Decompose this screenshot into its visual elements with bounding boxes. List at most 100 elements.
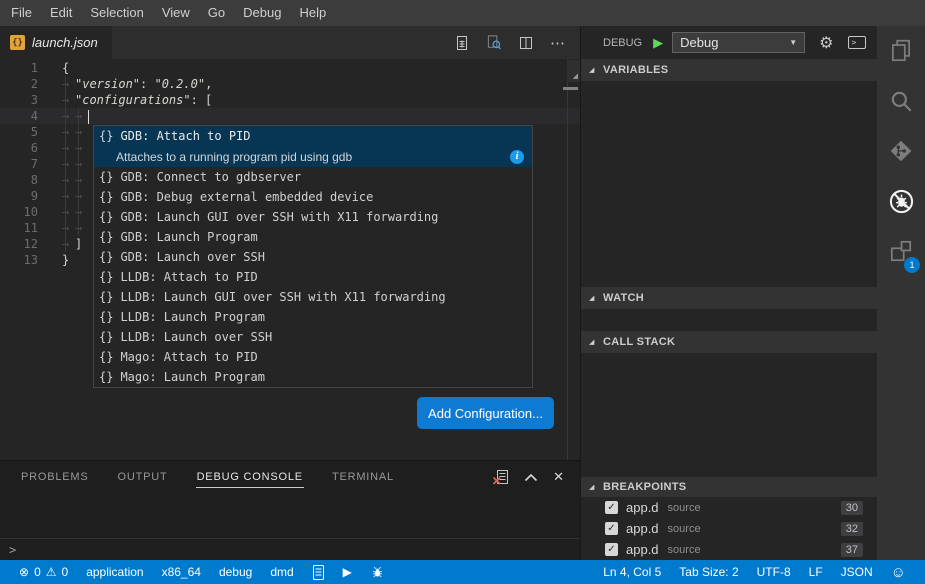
activity-debug-icon[interactable] [877,176,925,226]
section-variables[interactable]: ◢ VARIABLES [581,59,877,81]
activity-source-control-icon[interactable] [877,126,925,176]
line-number[interactable]: 7 [0,156,38,172]
suggest-item-selected[interactable]: {}GDB: Attach to PID Attaches to a runni… [94,126,532,167]
activity-explorer-icon[interactable] [877,26,925,76]
activity-extensions-icon[interactable]: 1 [877,226,925,276]
tab-launch-json[interactable]: {} launch.json [0,26,112,59]
breakpoint-row[interactable]: ✓ app.d source 37 [581,539,877,560]
menu-selection[interactable]: Selection [81,0,152,26]
tab-output[interactable]: OUTPUT [117,467,169,487]
status-encoding[interactable]: UTF-8 [748,565,800,579]
section-call-stack[interactable]: ◢ CALL STACK [581,331,877,353]
section-breakpoints[interactable]: ◢ BREAKPOINTS [581,477,877,497]
line-number[interactable]: 13 [0,252,38,268]
suggest-item[interactable]: {}LLDB: Launch over SSH [94,327,532,347]
breakpoint-checkbox[interactable]: ✓ [605,501,618,514]
suggest-item[interactable]: {}GDB: Launch Program [94,227,532,247]
debug-console-toggle-icon[interactable]: > [848,36,866,49]
code-line-current: 4 [0,108,580,124]
menu-view[interactable]: View [153,0,199,26]
breakpoint-row[interactable]: ✓ app.d source 30 [581,497,877,518]
line-number[interactable]: 8 [0,172,38,188]
configure-gear-icon[interactable]: ⚙ [819,33,833,53]
open-preview-icon[interactable] [486,35,502,51]
section-watch[interactable]: ◢ WATCH [581,287,877,309]
snippet-braces-icon: {} [99,207,113,227]
suggest-item[interactable]: {}LLDB: Launch GUI over SSH with X11 for… [94,287,532,307]
snippet-braces-icon: {} [99,167,113,187]
code-editor[interactable]: 1{ 2"version": "0.2.0", 3"configurations… [0,59,580,460]
line-number[interactable]: 1 [0,60,38,76]
error-icon: ⊗ [19,566,29,578]
status-arch[interactable]: x86_64 [153,565,210,579]
maximize-panel-icon[interactable] [524,473,538,482]
prompt-chevron-icon: > [9,543,16,557]
suggest-item[interactable]: {}LLDB: Attach to PID [94,267,532,287]
line-number[interactable]: 11 [0,220,38,236]
status-tab-size[interactable]: Tab Size: 2 [670,565,747,579]
panel-tab-bar: PROBLEMS OUTPUT DEBUG CONSOLE TERMINAL ✕ [0,461,580,493]
code-line: 2"version": "0.2.0", [0,76,580,92]
tab-problems[interactable]: PROBLEMS [20,467,90,487]
status-compiler[interactable]: dmd [261,565,302,579]
suggest-item[interactable]: {}GDB: Launch over SSH [94,247,532,267]
menu-debug[interactable]: Debug [234,0,290,26]
editor-tab-bar: {} launch.json ⋯ [0,26,580,59]
suggest-item[interactable]: {}GDB: Debug external embedded device [94,187,532,207]
tab-terminal[interactable]: TERMINAL [331,467,395,487]
whitespace-arrow-icon [62,156,75,172]
line-number[interactable]: 9 [0,188,38,204]
snippet-braces-icon: {} [99,126,113,146]
line-number[interactable]: 4 [0,108,38,124]
suggest-item[interactable]: {}Mago: Attach to PID [94,347,532,367]
menu-bar: File Edit Selection View Go Debug Help [0,0,925,26]
indent-guide [78,108,79,236]
code-line: 1{ [0,60,580,76]
feedback-smiley-icon[interactable]: ☺ [882,564,915,581]
menu-edit[interactable]: Edit [41,0,81,26]
menu-file[interactable]: File [2,0,41,26]
whitespace-arrow-icon [62,204,75,220]
twisty-icon: ◢ [589,483,603,491]
menu-go[interactable]: Go [199,0,234,26]
close-panel-icon[interactable]: ✕ [553,469,564,485]
status-debug-bug-icon[interactable] [361,565,394,580]
whitespace-arrow-icon [75,108,88,124]
debug-console-output[interactable] [0,493,580,538]
suggest-item[interactable]: {}LLDB: Launch Program [94,307,532,327]
line-number[interactable]: 10 [0,204,38,220]
corner-triangle-icon: ◢ [573,72,578,80]
suggest-item[interactable]: {}Mago: Launch Program [94,367,532,387]
debug-config-dropdown[interactable]: Debug ▼ [672,32,805,53]
line-number[interactable]: 2 [0,76,38,92]
start-debug-icon[interactable]: ▶ [653,35,663,51]
suggest-item[interactable]: {}GDB: Connect to gdbserver [94,167,532,187]
status-cursor-position[interactable]: Ln 4, Col 5 [594,565,670,579]
info-icon[interactable]: i [510,150,524,164]
status-eol[interactable]: LF [800,565,832,579]
tab-title: launch.json [32,35,98,50]
suggest-item[interactable]: {}GDB: Launch GUI over SSH with X11 forw… [94,207,532,227]
problems-status[interactable]: ⊗ 0 ⚠ 0 [10,565,77,579]
document-outline-icon[interactable] [454,35,470,51]
split-editor-icon[interactable] [518,35,534,51]
status-run-icon[interactable]: ▶ [334,566,361,578]
status-document-icon[interactable] [303,565,334,580]
tab-debug-console[interactable]: DEBUG CONSOLE [196,467,304,488]
add-configuration-button[interactable]: Add Configuration... [417,397,554,429]
status-build-type[interactable]: application [77,565,152,579]
status-language-mode[interactable]: JSON [832,565,882,579]
clear-console-icon[interactable] [492,469,509,486]
line-number[interactable]: 12 [0,236,38,252]
line-number[interactable]: 6 [0,140,38,156]
breakpoint-row[interactable]: ✓ app.d source 32 [581,518,877,539]
status-config[interactable]: debug [210,565,261,579]
debug-console-input[interactable]: > [0,538,580,560]
line-number[interactable]: 3 [0,92,38,108]
breakpoint-checkbox[interactable]: ✓ [605,522,618,535]
more-actions-icon[interactable]: ⋯ [550,34,566,52]
line-number[interactable]: 5 [0,124,38,140]
breakpoint-checkbox[interactable]: ✓ [605,543,618,556]
activity-search-icon[interactable] [877,76,925,126]
menu-help[interactable]: Help [290,0,335,26]
